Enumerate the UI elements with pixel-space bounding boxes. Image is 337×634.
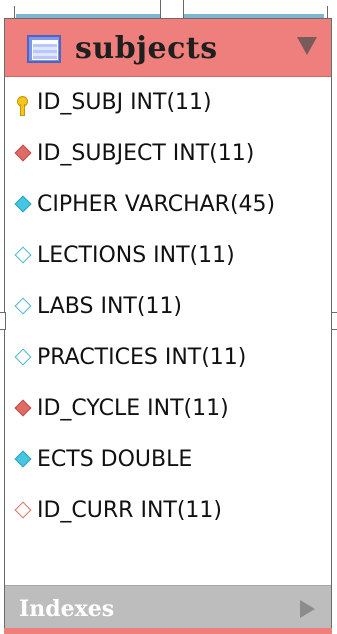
column-label: ID_CYCLE INT(11) [37,396,229,421]
corner-handle-left[interactable] [14,6,19,18]
expand-arrow-icon[interactable] [300,600,315,618]
column-row[interactable]: ID_SUBJECT INT(11) [5,128,331,179]
resize-handle-top[interactable] [160,0,184,20]
column-label: CIPHER VARCHAR(45) [37,192,276,217]
nullable-diamond-icon [14,297,32,314]
foreign-key-diamond-icon [14,399,32,416]
not-null-diamond-icon [14,195,32,212]
connector-handle-left[interactable] [0,312,6,330]
table-header[interactable]: subjects [5,19,331,77]
column-row[interactable]: LECTIONS INT(11) [5,230,331,281]
foreign-key-diamond-icon [14,144,32,161]
table-icon [27,35,61,63]
collapse-arrow-icon[interactable] [297,37,317,55]
corner-handle-right[interactable] [323,6,328,18]
column-row[interactable]: LABS INT(11) [5,281,331,332]
column-row[interactable]: ID_SUBJ INT(11) [5,77,331,128]
column-label: ID_CURR INT(11) [37,498,223,523]
column-row[interactable]: PRACTICES INT(11) [5,332,331,383]
indexes-section[interactable]: Indexes [5,585,331,633]
table-name: subjects [75,31,218,66]
primary-key-icon [15,96,29,110]
column-row[interactable]: CIPHER VARCHAR(45) [5,179,331,230]
not-null-diamond-icon [14,450,32,467]
nullable-diamond-icon [14,246,32,263]
nullable-diamond-icon [14,348,32,365]
column-row[interactable]: ID_CYCLE INT(11) [5,383,331,434]
column-label: LABS INT(11) [37,294,183,319]
column-row[interactable]: ID_CURR INT(11) [5,485,331,536]
indexes-label: Indexes [19,596,115,622]
table-entity[interactable]: subjects ID_SUBJ INT(11) ID_SUBJECT INT(… [4,18,332,633]
connector-handle-right[interactable] [331,312,337,330]
nullable-foreign-key-diamond-icon [14,501,32,518]
column-label: PRACTICES INT(11) [37,345,247,370]
columns-list: ID_SUBJ INT(11) ID_SUBJECT INT(11) CIPHE… [5,77,331,536]
column-label: LECTIONS INT(11) [37,243,235,268]
column-row[interactable]: ECTS DOUBLE [5,434,331,485]
column-label: ECTS DOUBLE [37,447,193,472]
bottom-bar [4,628,332,634]
column-label: ID_SUBJECT INT(11) [37,141,255,166]
column-label: ID_SUBJ INT(11) [37,90,212,115]
